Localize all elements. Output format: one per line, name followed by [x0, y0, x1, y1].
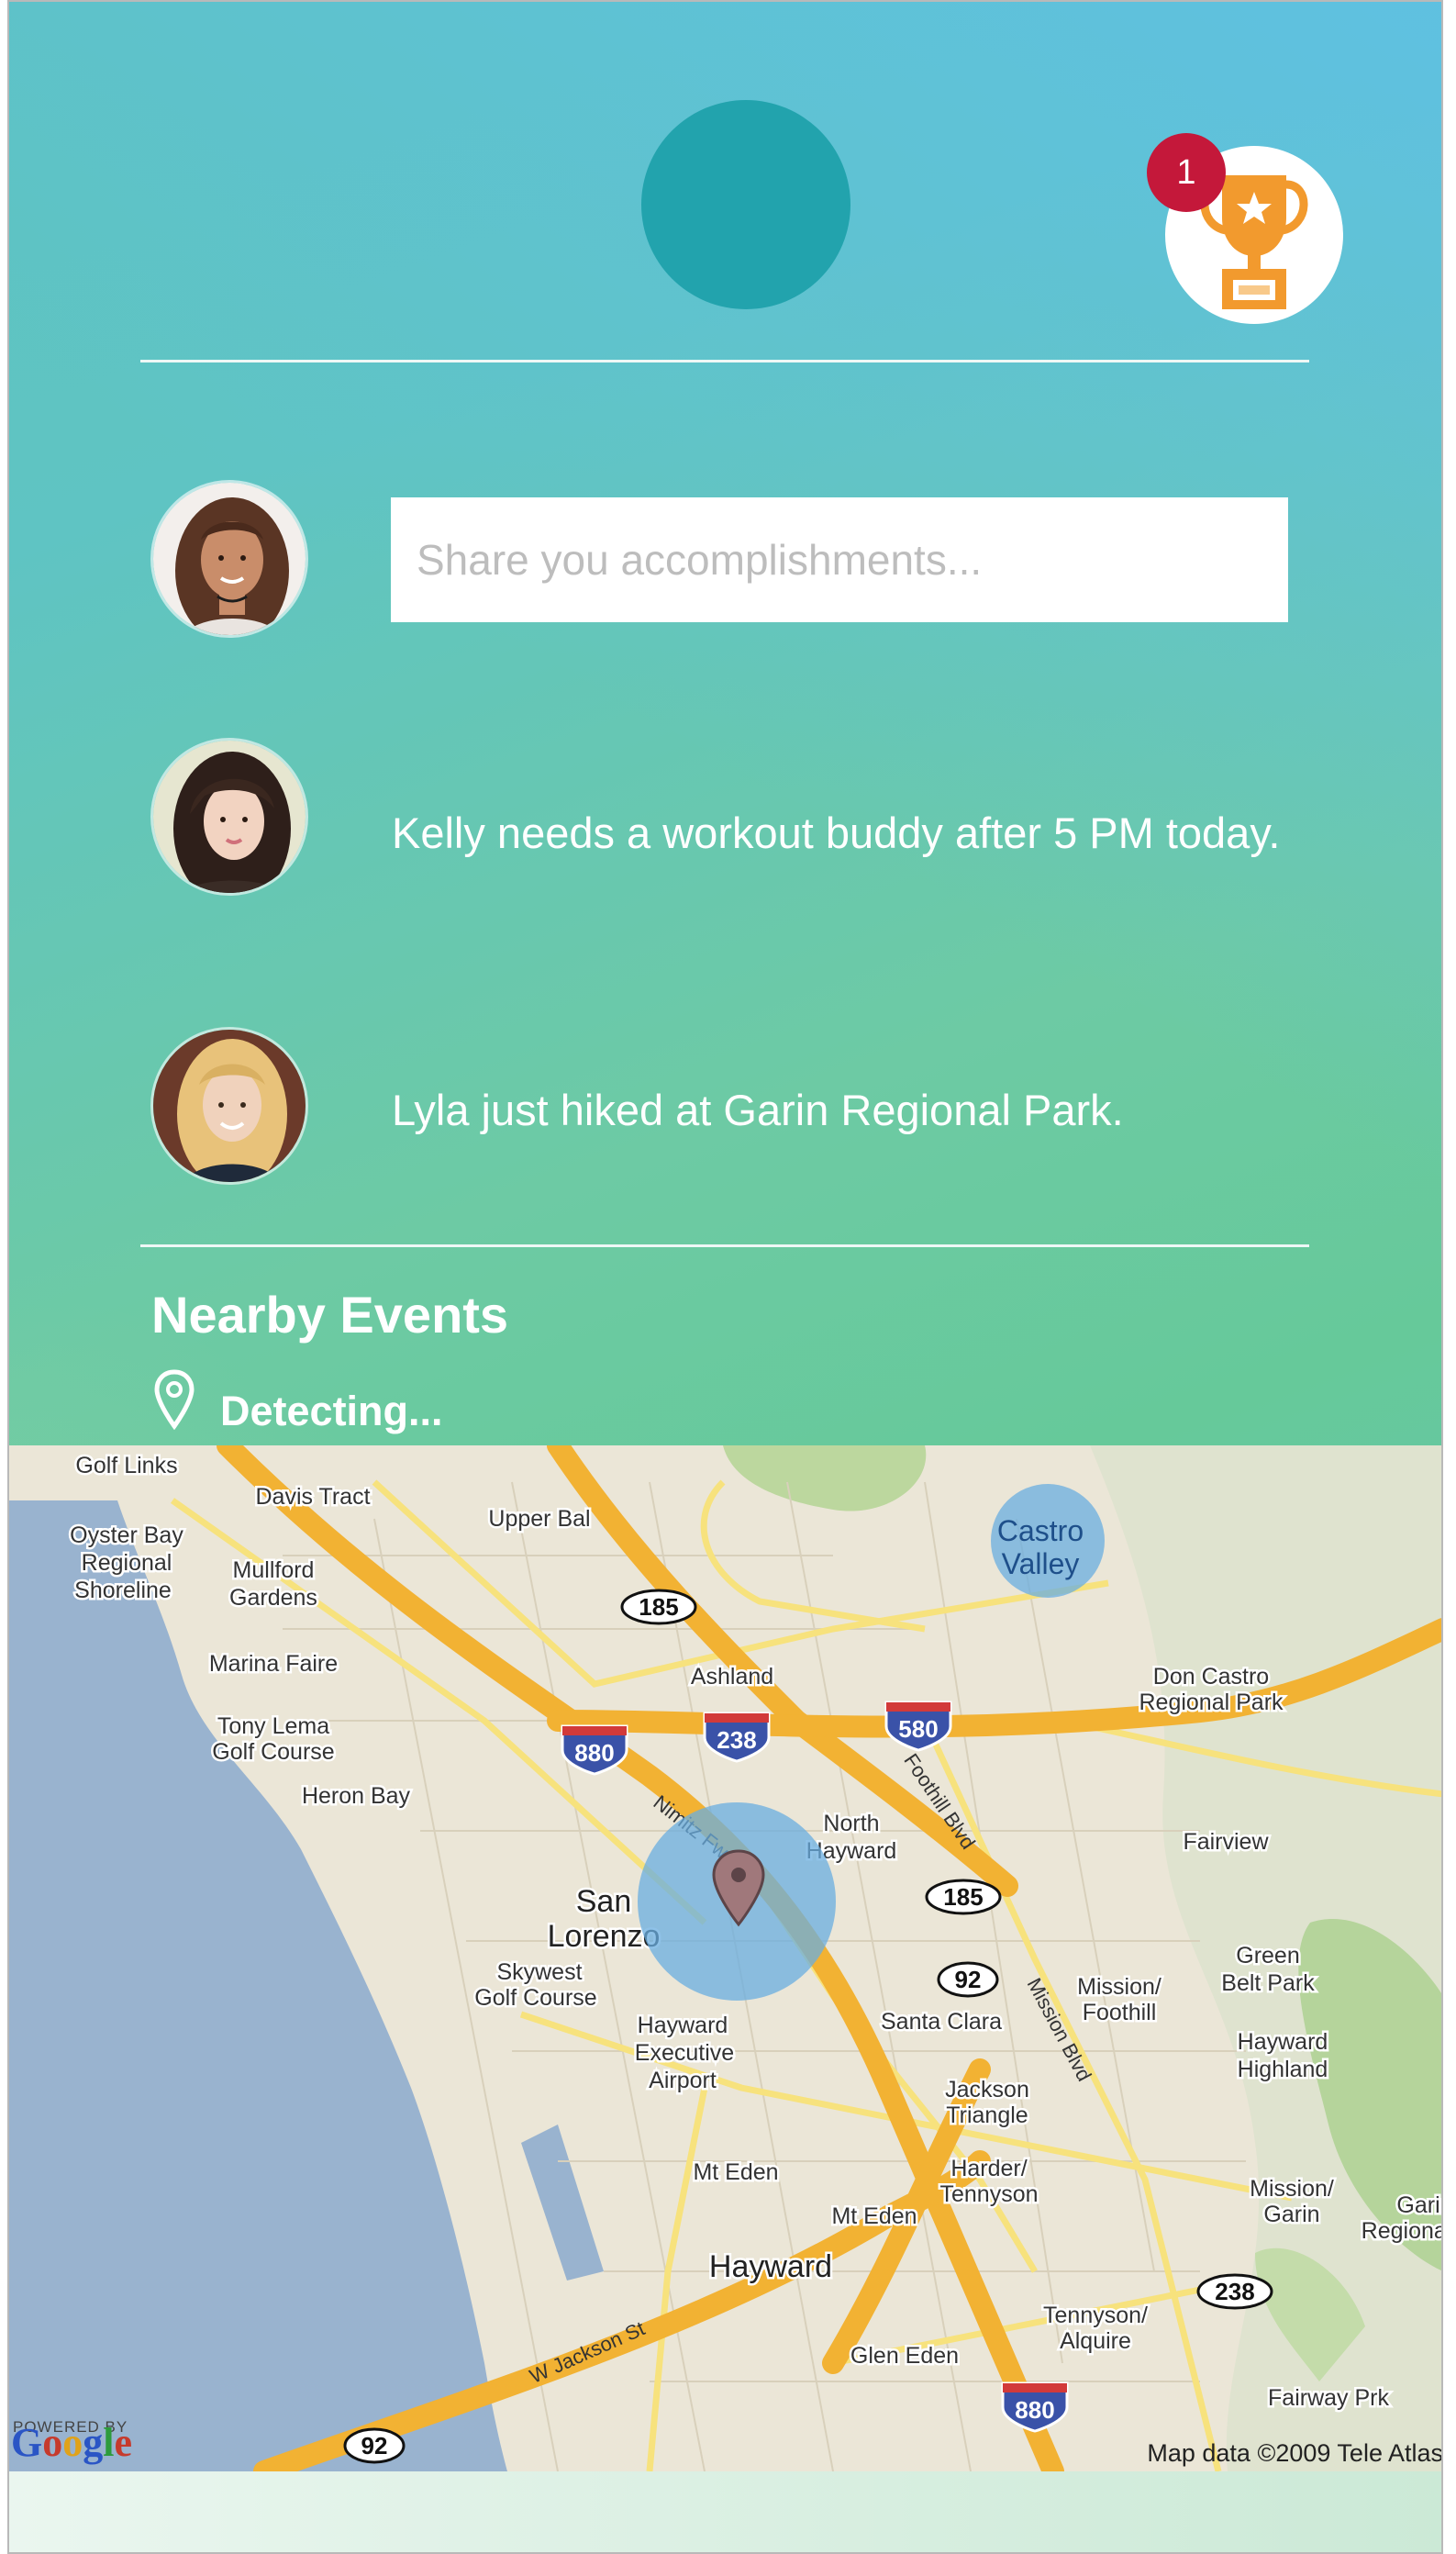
- svg-text:Don Castro: Don Castro: [1153, 1664, 1269, 1690]
- svg-text:Regional: Regional: [82, 1550, 172, 1576]
- svg-text:580: 580: [898, 1715, 938, 1743]
- svg-text:Alquire: Alquire: [1060, 2328, 1131, 2354]
- svg-text:185: 185: [943, 1883, 983, 1911]
- avatar-current-user[interactable]: [150, 480, 308, 638]
- svg-text:Mission/: Mission/: [1077, 1974, 1161, 2000]
- svg-text:Mt Eden: Mt Eden: [831, 2203, 917, 2229]
- avatar-kelly[interactable]: [150, 738, 308, 896]
- svg-text:92: 92: [361, 2432, 388, 2459]
- nearby-map[interactable]: 185 185 92 92 238 238 880 880 580 Golf L…: [9, 1445, 1443, 2471]
- svg-text:Marina Faire: Marina Faire: [209, 1651, 338, 1677]
- svg-text:880: 880: [1015, 2396, 1054, 2424]
- notification-badge[interactable]: 1: [1147, 133, 1226, 212]
- svg-text:92: 92: [955, 1966, 982, 1993]
- svg-text:Tennyson/: Tennyson/: [1043, 2303, 1148, 2328]
- svg-text:San: San: [576, 1884, 632, 1919]
- svg-text:North: North: [823, 1811, 879, 1836]
- svg-text:Glen Eden: Glen Eden: [850, 2343, 959, 2369]
- svg-text:Garin: Garin: [1263, 2202, 1319, 2227]
- shield-185-north: 185: [620, 1589, 697, 1625]
- share-input[interactable]: [391, 497, 1288, 622]
- shield-238-south: 238: [1196, 2273, 1273, 2310]
- svg-text:Castro: Castro: [997, 1514, 1084, 1547]
- divider-top: [140, 360, 1309, 362]
- svg-text:Mullford: Mullford: [233, 1557, 315, 1583]
- svg-text:Mt Eden: Mt Eden: [693, 2159, 778, 2185]
- svg-text:185: 185: [639, 1593, 678, 1621]
- nearby-events-title: Nearby Events: [151, 1286, 509, 1344]
- svg-text:Fairway Prk: Fairway Prk: [1268, 2385, 1389, 2411]
- svg-text:Oyster Bay: Oyster Bay: [70, 1522, 183, 1548]
- svg-text:238: 238: [1215, 2278, 1254, 2305]
- svg-text:Upper Bal: Upper Bal: [488, 1506, 590, 1532]
- svg-text:Airport: Airport: [649, 2068, 717, 2093]
- svg-text:Hayward: Hayward: [709, 2249, 832, 2284]
- svg-text:Executive: Executive: [635, 2040, 734, 2066]
- svg-text:Heron Bay: Heron Bay: [302, 1783, 411, 1809]
- feed-item-lyla: Lyla just hiked at Garin Regional Park.: [392, 1086, 1124, 1134]
- avatar-lyla[interactable]: [150, 1027, 308, 1185]
- app-frame: 1 Kelly needs a workout buddy after 5 PM…: [7, 0, 1443, 2554]
- map-attribution: Map data ©2009 Tele Atlas: [1147, 2439, 1443, 2467]
- svg-text:Belt Park: Belt Park: [1221, 1970, 1315, 1996]
- svg-text:Ashland: Ashland: [691, 1664, 773, 1690]
- svg-text:Garin: Garin: [1396, 2192, 1443, 2218]
- google-logo: Google: [11, 2420, 132, 2465]
- feed-item-kelly: Kelly needs a workout buddy after 5 PM t…: [392, 809, 1281, 857]
- svg-text:Fairview: Fairview: [1183, 1829, 1269, 1855]
- svg-text:Tony Lema: Tony Lema: [217, 1713, 329, 1739]
- svg-text:Golf Links: Golf Links: [75, 1453, 177, 1478]
- svg-text:880: 880: [574, 1739, 614, 1767]
- shield-92-west: 92: [343, 2427, 406, 2464]
- svg-text:Highland: Highland: [1238, 2057, 1328, 2082]
- svg-text:Green: Green: [1236, 1943, 1299, 1968]
- svg-text:Jackson: Jackson: [945, 2077, 1029, 2102]
- svg-text:Hayward: Hayward: [638, 2013, 728, 2038]
- svg-text:238: 238: [717, 1726, 756, 1754]
- location-status: Detecting...: [220, 1388, 443, 1434]
- svg-text:Harder/: Harder/: [950, 2156, 1027, 2181]
- svg-text:Skywest: Skywest: [496, 1959, 582, 1985]
- svg-text:Davis Tract: Davis Tract: [255, 1484, 370, 1510]
- svg-text:Mission/: Mission/: [1250, 2176, 1334, 2202]
- main-content: 1 Kelly needs a workout buddy after 5 PM…: [9, 2, 1441, 2552]
- svg-text:Santa Clara: Santa Clara: [881, 2009, 1002, 2035]
- svg-text:Hayward: Hayward: [1238, 2029, 1328, 2055]
- svg-text:Golf Course: Golf Course: [212, 1739, 334, 1765]
- svg-text:Golf Course: Golf Course: [474, 1985, 596, 2011]
- svg-text:Regional: Regional: [1362, 2218, 1443, 2244]
- divider-bottom: [140, 1244, 1309, 1247]
- svg-text:Valley: Valley: [1002, 1547, 1080, 1580]
- shield-92-east: 92: [937, 1961, 999, 1998]
- svg-text:Gardens: Gardens: [229, 1585, 317, 1611]
- location-pin-icon: [154, 1369, 195, 1430]
- bottom-panel: [9, 2471, 1441, 2552]
- svg-text:Shoreline: Shoreline: [74, 1578, 172, 1603]
- svg-text:Foothill: Foothill: [1083, 2000, 1157, 2025]
- svg-text:Triangle: Triangle: [946, 2102, 1028, 2128]
- shield-185-south: 185: [925, 1879, 1002, 1915]
- svg-text:Tennyson: Tennyson: [939, 2181, 1038, 2207]
- app-logo[interactable]: [641, 100, 850, 309]
- svg-text:Regional Park: Regional Park: [1139, 1690, 1284, 1715]
